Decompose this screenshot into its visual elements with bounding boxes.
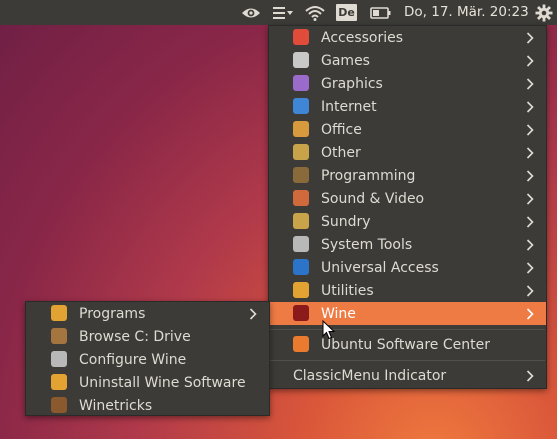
software-center-icon [293, 336, 309, 352]
submenu-item-browse-c-drive[interactable]: Browse C: Drive [26, 325, 269, 348]
chevron-right-icon [249, 304, 261, 326]
graphics-icon [293, 75, 309, 91]
configure-icon [51, 351, 67, 367]
chevron-right-icon [526, 212, 538, 234]
menu-item-graphics[interactable]: Graphics [269, 72, 546, 95]
main-menu: Accessories Games Graphics Internet Office Ot… [268, 25, 547, 389]
menu-item-office[interactable]: Office [269, 118, 546, 141]
keyboard-layout-indicator[interactable]: De [336, 4, 357, 21]
chevron-right-icon [526, 166, 538, 188]
chevron-right-icon [526, 189, 538, 211]
submenu-item-programs-label: Programs [79, 306, 146, 322]
menu-item-sundry-label: Sundry [321, 214, 371, 230]
menu-item-sound-video[interactable]: Sound & Video [269, 187, 546, 210]
other-icon [293, 144, 309, 160]
menu-item-programming[interactable]: Programming [269, 164, 546, 187]
menu-item-wine[interactable]: Wine [269, 302, 546, 325]
menu-item-sundry[interactable]: Sundry [269, 210, 546, 233]
wine-icon [293, 305, 309, 321]
browse-drive-icon [51, 328, 67, 344]
menu-item-ubuntu-software-center[interactable]: Ubuntu Software Center [269, 333, 546, 356]
folder-icon [51, 305, 67, 321]
submenu-item-winetricks[interactable]: Winetricks [26, 394, 269, 417]
sundry-icon [293, 213, 309, 229]
menu-item-internet[interactable]: Internet [269, 95, 546, 118]
wifi-icon[interactable] [303, 0, 327, 25]
universal-access-icon [293, 259, 309, 275]
gear-icon[interactable] [533, 0, 555, 25]
menu-item-office-label: Office [321, 122, 362, 138]
menu-item-classicmenu-indicator-label: ClassicMenu Indicator [293, 368, 447, 384]
chevron-right-icon [526, 143, 538, 165]
chevron-right-icon [526, 258, 538, 280]
chevron-right-icon [526, 51, 538, 73]
menu-item-internet-label: Internet [321, 99, 377, 115]
menu-item-graphics-label: Graphics [321, 76, 383, 92]
submenu-item-browse-c-drive-label: Browse C: Drive [79, 329, 191, 345]
menu-item-system-tools[interactable]: System Tools [269, 233, 546, 256]
menu-item-utilities-label: Utilities [321, 283, 374, 299]
menu-item-sound-video-label: Sound & Video [321, 191, 425, 207]
menu-separator [270, 360, 545, 361]
menu-item-system-tools-label: System Tools [321, 237, 413, 253]
menu-item-accessories[interactable]: Accessories [269, 26, 546, 49]
chevron-right-icon [526, 281, 538, 303]
submenu-item-winetricks-label: Winetricks [79, 398, 153, 414]
battery-icon[interactable] [369, 0, 393, 25]
menu-item-universal-access-label: Universal Access [321, 260, 439, 276]
office-icon [293, 121, 309, 137]
accessories-icon [293, 29, 309, 45]
internet-icon [293, 98, 309, 114]
submenu-item-uninstall-wine-software[interactable]: Uninstall Wine Software [26, 371, 269, 394]
menu-item-other[interactable]: Other [269, 141, 546, 164]
clock[interactable]: Do, 17. Mär. 20:23 [404, 0, 529, 25]
menu-icon[interactable] [271, 0, 295, 25]
submenu-item-uninstall-wine-software-label: Uninstall Wine Software [79, 375, 246, 391]
utilities-icon [293, 282, 309, 298]
submenu-item-programs[interactable]: Programs [26, 302, 269, 325]
mouse-cursor [322, 320, 336, 340]
menu-item-accessories-label: Accessories [321, 30, 404, 46]
menu-item-utilities[interactable]: Utilities [269, 279, 546, 302]
menu-item-games-label: Games [321, 53, 370, 69]
games-icon [293, 52, 309, 68]
uninstall-icon [51, 374, 67, 390]
winetricks-icon [51, 397, 67, 413]
chevron-right-icon [526, 304, 538, 326]
menu-item-universal-access[interactable]: Universal Access [269, 256, 546, 279]
chevron-right-icon [526, 235, 538, 257]
menu-item-classicmenu-indicator[interactable]: ClassicMenu Indicator [269, 364, 546, 387]
sound-video-icon [293, 190, 309, 206]
system-tools-icon [293, 236, 309, 252]
chevron-right-icon [526, 120, 538, 142]
menu-item-ubuntu-software-center-label: Ubuntu Software Center [321, 337, 490, 353]
chevron-right-icon [526, 366, 538, 388]
chevron-right-icon [526, 28, 538, 50]
submenu-item-configure-wine[interactable]: Configure Wine [26, 348, 269, 371]
menu-item-other-label: Other [321, 145, 361, 161]
submenu-item-configure-wine-label: Configure Wine [79, 352, 187, 368]
programming-icon [293, 167, 309, 183]
menu-item-programming-label: Programming [321, 168, 416, 184]
top-panel: De Do, 17. Mär. 20:23 [0, 0, 557, 25]
chevron-right-icon [526, 97, 538, 119]
eye-icon[interactable] [240, 0, 262, 25]
menu-item-games[interactable]: Games [269, 49, 546, 72]
wine-submenu: Programs Browse C: Drive Configure Wine Uni… [25, 301, 270, 416]
menu-separator [270, 329, 545, 330]
chevron-right-icon [526, 74, 538, 96]
